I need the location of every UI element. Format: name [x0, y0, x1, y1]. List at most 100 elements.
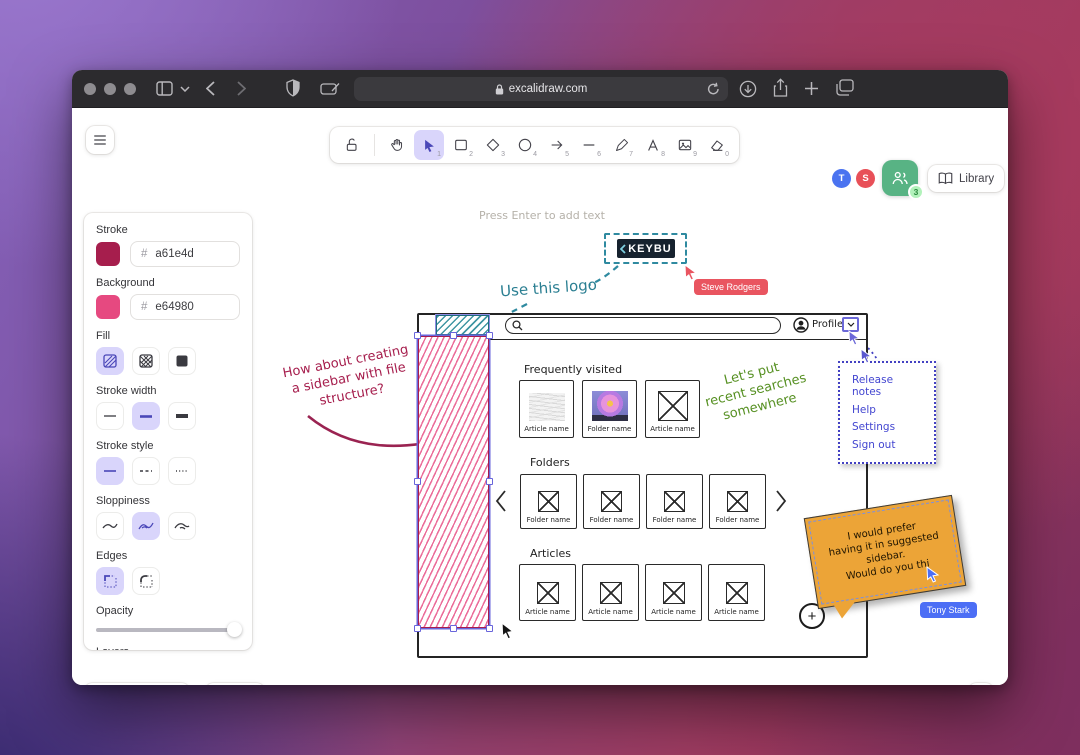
sloppiness-artist-button[interactable] [132, 512, 160, 540]
compose-icon[interactable] [320, 82, 340, 95]
wireframe-profile-avatar-icon[interactable] [793, 317, 809, 333]
article-card[interactable]: Article name [645, 564, 702, 621]
selection-handle[interactable] [414, 478, 421, 485]
tool-text[interactable]: 8 [638, 130, 668, 160]
eraser-icon [709, 137, 725, 153]
selection-handle[interactable] [486, 478, 493, 485]
tool-eraser[interactable]: 0 [702, 130, 732, 160]
folder-card[interactable]: Folder name [583, 474, 640, 529]
fill-hachure-button[interactable] [96, 347, 124, 375]
edges-sharp-button[interactable] [96, 567, 124, 595]
diamond-icon [485, 137, 501, 153]
tool-hand[interactable] [382, 130, 412, 160]
address-bar[interactable]: excalidraw.com [354, 77, 728, 101]
image-placeholder-icon [601, 491, 622, 512]
back-button[interactable] [206, 81, 215, 96]
tool-arrow[interactable]: 5 [542, 130, 572, 160]
main-menu-button[interactable] [86, 126, 114, 154]
tab-overview-icon[interactable] [835, 79, 854, 97]
article-card[interactable]: Article name [582, 564, 639, 621]
folder-card[interactable]: Folder name [646, 474, 703, 529]
tool-diamond[interactable]: 3 [478, 130, 508, 160]
selection-handle[interactable] [486, 625, 493, 632]
share-icon[interactable] [773, 78, 788, 98]
tool-shortcut: 1 [437, 151, 441, 158]
tool-line[interactable]: 6 [574, 130, 604, 160]
dropdown-item[interactable]: Release notes [852, 374, 922, 398]
sloppiness-architect-button[interactable] [96, 512, 124, 540]
wireframe-profile-label[interactable]: Profile [812, 319, 843, 330]
stroke-color-swatch[interactable] [96, 242, 120, 266]
image-placeholder-icon [727, 491, 748, 512]
forward-button[interactable] [237, 81, 246, 96]
opacity-slider-knob[interactable] [227, 622, 242, 637]
minimize-window-button[interactable] [104, 83, 116, 95]
background-section: Background # e64980 [96, 277, 240, 320]
article-card[interactable]: Article name [708, 564, 765, 621]
selection-handle[interactable] [450, 625, 457, 632]
background-hex-input[interactable]: # e64980 [130, 294, 240, 320]
privacy-shield-icon[interactable] [286, 79, 300, 97]
stroke-width-thin-button[interactable] [96, 402, 124, 430]
selection-handle[interactable] [414, 332, 421, 339]
background-color-swatch[interactable] [96, 295, 120, 319]
stroke-width-bold-button[interactable] [132, 402, 160, 430]
selection-handle[interactable] [486, 332, 493, 339]
freq-card-article-2[interactable]: Article name [645, 380, 700, 438]
collaborator-avatar-t[interactable]: T [832, 169, 851, 188]
opacity-slider[interactable] [96, 628, 240, 632]
stroke-width-extrabold-button[interactable] [168, 402, 196, 430]
tool-selection[interactable]: 1 [414, 130, 444, 160]
dropdown-item[interactable]: Settings [852, 421, 922, 433]
tool-shortcut: 7 [629, 151, 633, 158]
card-label: Article name [714, 608, 759, 616]
stroke-style-dashed-button[interactable] [132, 457, 160, 485]
carousel-left-icon[interactable] [495, 490, 507, 512]
image-placeholder-icon [600, 582, 622, 604]
folder-card[interactable]: Folder name [709, 474, 766, 529]
reload-icon[interactable] [707, 82, 720, 96]
dropdown-item[interactable]: Help [852, 404, 922, 416]
folder-card[interactable]: Folder name [520, 474, 577, 529]
people-icon [891, 170, 909, 186]
chevron-down-icon[interactable] [180, 86, 190, 92]
collaborator-avatar-s[interactable]: S [856, 169, 875, 188]
tool-lock[interactable] [337, 130, 367, 160]
edges-round-button[interactable] [132, 567, 160, 595]
tool-draw[interactable]: 7 [606, 130, 636, 160]
stroke-style-dotted-button[interactable] [168, 457, 196, 485]
toolbar-divider [374, 134, 375, 156]
collaborator-count-badge: 3 [908, 184, 924, 200]
tool-ellipse[interactable]: 4 [510, 130, 540, 160]
wireframe-logo-placeholder-shape[interactable] [436, 315, 489, 335]
freq-card-article-1[interactable]: Article name [519, 380, 574, 438]
sidebar-toggle-icon[interactable] [156, 81, 173, 96]
stroke-style-solid-button[interactable] [96, 457, 124, 485]
keybu-logo-shape[interactable]: KEYBU [617, 239, 675, 258]
downloads-icon[interactable] [739, 80, 757, 98]
properties-panel: Stroke # a61e4d Background # [84, 213, 252, 650]
freq-card-folder[interactable]: Folder name [582, 380, 637, 438]
zoom-window-button[interactable] [124, 83, 136, 95]
tool-rectangle[interactable]: 2 [446, 130, 476, 160]
close-window-button[interactable] [84, 83, 96, 95]
wireframe-search-bar-shape[interactable] [505, 317, 781, 334]
tool-toolbar: 1 2 3 4 [330, 127, 739, 163]
fill-solid-button[interactable] [168, 347, 196, 375]
wireframe-profile-dropdown[interactable]: Release notes Help Settings Sign out [838, 361, 936, 464]
tool-image[interactable]: 9 [670, 130, 700, 160]
new-tab-icon[interactable] [804, 81, 819, 96]
desktop-background: excalidraw.com [0, 0, 1080, 755]
dropdown-item[interactable]: Sign out [852, 439, 922, 451]
hachure-icon [103, 354, 117, 368]
selection-handle[interactable] [450, 332, 457, 339]
wireframe-profile-chevron-shape[interactable] [842, 317, 859, 332]
library-book-icon [938, 172, 953, 185]
article-card[interactable]: Article name [519, 564, 576, 621]
sloppiness-cartoonist-button[interactable] [168, 512, 196, 540]
fill-crosshatch-button[interactable] [132, 347, 160, 375]
library-button[interactable]: Library [928, 165, 1004, 192]
selection-handle[interactable] [414, 625, 421, 632]
stroke-hex-input[interactable]: # a61e4d [130, 241, 240, 267]
carousel-right-icon[interactable] [775, 490, 787, 512]
